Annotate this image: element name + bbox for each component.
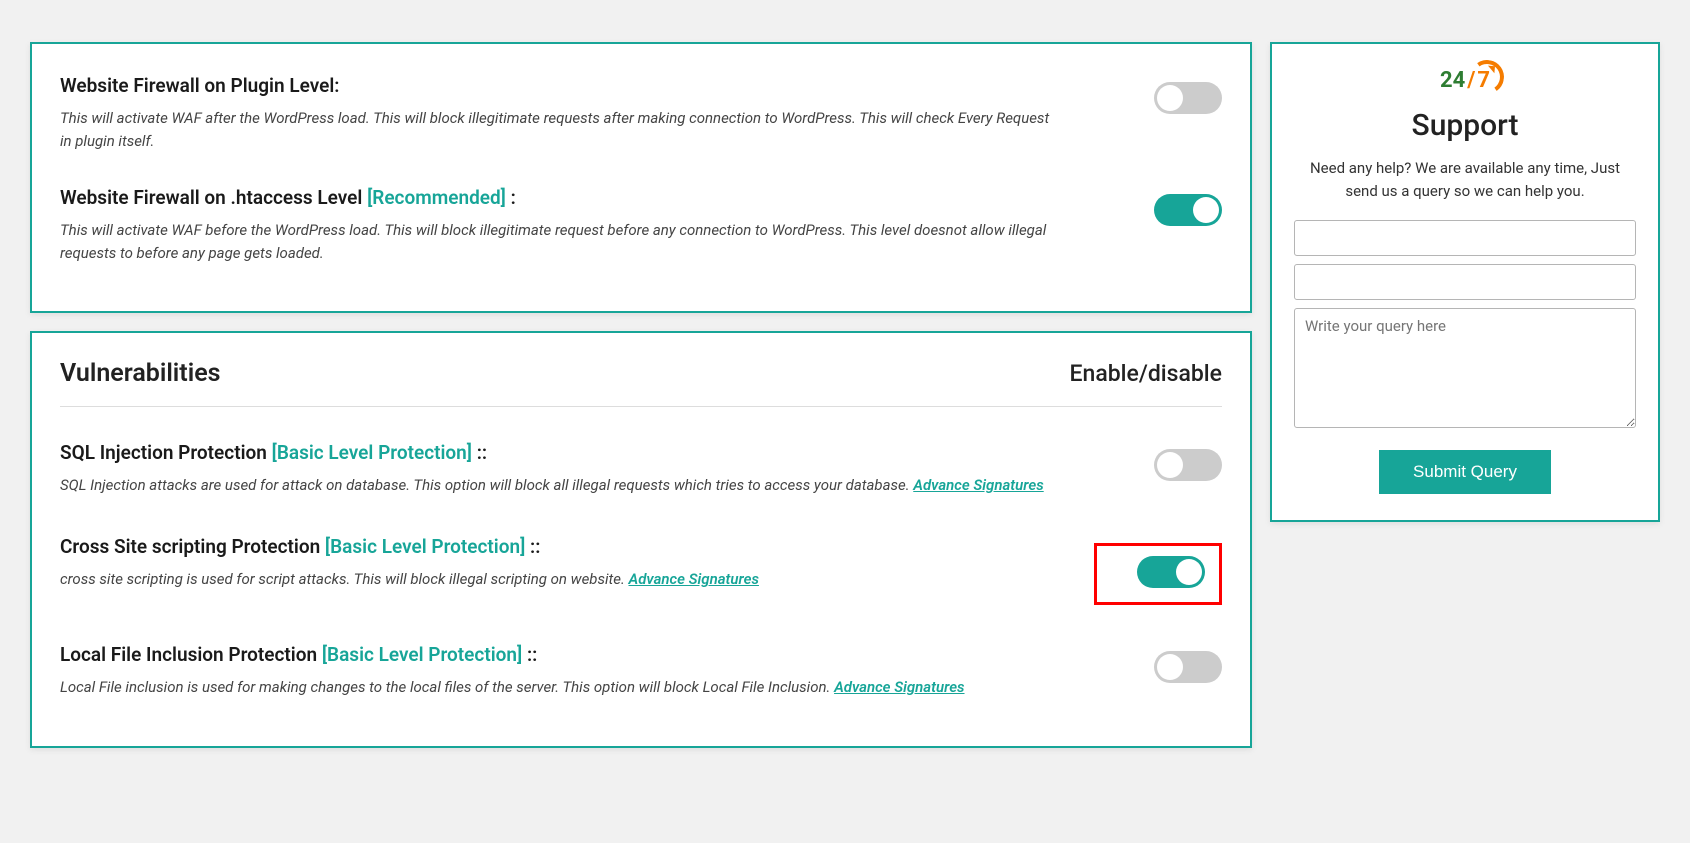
setting-title: SQL Injection Protection [Basic Level Pr… — [60, 441, 1062, 464]
toggle-sql-injection[interactable] — [1154, 449, 1222, 481]
toggle-lfi[interactable] — [1154, 651, 1222, 683]
support-query-textarea[interactable] — [1294, 308, 1636, 428]
support-subtitle: Need any help? We are available any time… — [1294, 157, 1636, 202]
advance-signatures-link[interactable]: Advance Signatures — [834, 678, 964, 696]
title-tag: [Basic Level Protection] — [325, 535, 525, 558]
support-panel: 24/7 Support Need any help? We are avail… — [1270, 42, 1660, 522]
setting-desc: SQL Injection attacks are used for attac… — [60, 474, 1062, 497]
setting-firewall-htaccess: Website Firewall on .htaccess Level [Rec… — [60, 172, 1222, 284]
setting-title: Website Firewall on Plugin Level: — [60, 74, 1062, 97]
section-header: Vulnerabilities Enable/disable — [60, 359, 1222, 407]
setting-xss: Cross Site scripting Protection [Basic L… — [60, 525, 1222, 633]
desc-text: This will activate WAF after the WordPre… — [60, 109, 1049, 150]
desc-text: This will activate WAF before the WordPr… — [60, 221, 1046, 262]
setting-lfi: Local File Inclusion Protection [Basic L… — [60, 633, 1222, 727]
setting-title: Website Firewall on .htaccess Level [Rec… — [60, 186, 1062, 209]
title-pre: Local File Inclusion Protection — [60, 643, 322, 666]
support-title: Support — [1294, 108, 1636, 143]
title-pre: Website Firewall on Plugin Level: — [60, 74, 339, 97]
section-title: Vulnerabilities — [60, 359, 221, 388]
setting-desc: Local File inclusion is used for making … — [60, 676, 1062, 699]
firewall-panel: Website Firewall on Plugin Level: This w… — [30, 42, 1252, 313]
setting-sql-injection: SQL Injection Protection [Basic Level Pr… — [60, 431, 1222, 525]
desc-text: cross site scripting is used for script … — [60, 570, 629, 588]
advance-signatures-link[interactable]: Advance Signatures — [629, 570, 759, 588]
title-post: :: — [525, 535, 540, 558]
section-col2: Enable/disable — [1070, 360, 1222, 387]
title-post: :: — [472, 441, 487, 464]
submit-query-button[interactable]: Submit Query — [1379, 450, 1551, 494]
desc-text: SQL Injection attacks are used for attac… — [60, 476, 913, 494]
toggle-xss[interactable] — [1137, 556, 1205, 588]
setting-title: Local File Inclusion Protection [Basic L… — [60, 643, 1062, 666]
title-tag: [Recommended] — [367, 186, 506, 209]
desc-text: Local File inclusion is used for making … — [60, 678, 834, 696]
setting-desc: This will activate WAF after the WordPre… — [60, 107, 1062, 154]
icon-24: 24 — [1440, 68, 1465, 93]
support-field-1[interactable] — [1294, 220, 1636, 256]
title-tag: [Basic Level Protection] — [272, 441, 472, 464]
title-tag: [Basic Level Protection] — [322, 643, 522, 666]
setting-desc: cross site scripting is used for script … — [60, 568, 1062, 591]
title-post: : — [506, 186, 516, 209]
title-pre: SQL Injection Protection — [60, 441, 272, 464]
support-field-2[interactable] — [1294, 264, 1636, 300]
support-247-icon: 24/7 — [1434, 64, 1496, 98]
vulnerabilities-panel: Vulnerabilities Enable/disable SQL Injec… — [30, 331, 1252, 748]
setting-firewall-plugin: Website Firewall on Plugin Level: This w… — [60, 70, 1222, 172]
setting-desc: This will activate WAF before the WordPr… — [60, 219, 1062, 266]
toggle-firewall-htaccess[interactable] — [1154, 194, 1222, 226]
title-post: :: — [522, 643, 537, 666]
title-pre: Cross Site scripting Protection — [60, 535, 325, 558]
advance-signatures-link[interactable]: Advance Signatures — [913, 476, 1043, 494]
title-pre: Website Firewall on .htaccess Level — [60, 186, 367, 209]
setting-title: Cross Site scripting Protection [Basic L… — [60, 535, 1062, 558]
toggle-firewall-plugin[interactable] — [1154, 82, 1222, 114]
